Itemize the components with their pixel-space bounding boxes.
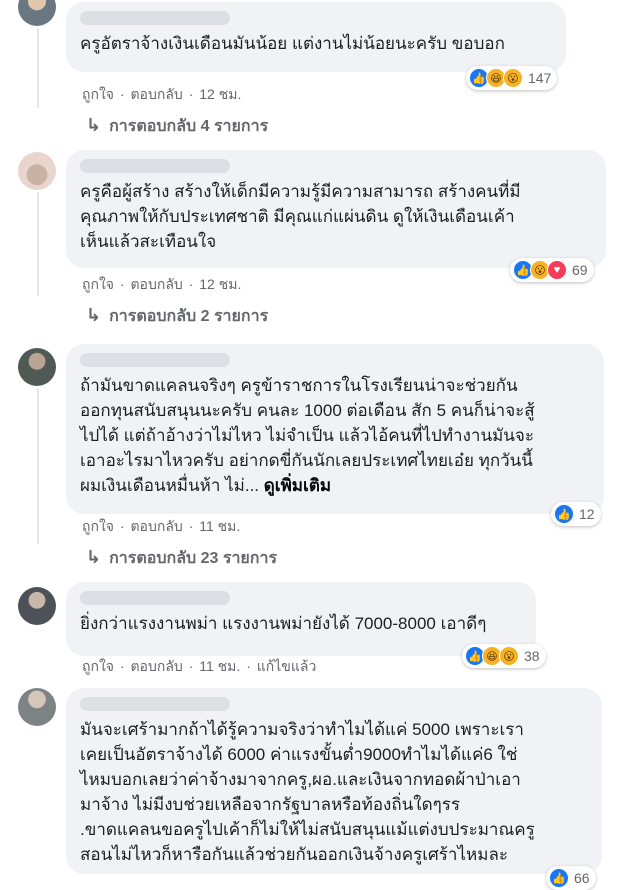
- thread-line: [37, 192, 39, 296]
- view-replies-link[interactable]: ↳ การตอบกลับ 4 รายการ: [86, 114, 268, 139]
- wow-reaction-icon: 😮: [503, 68, 523, 88]
- blurred-commenter-name[interactable]: [80, 11, 230, 25]
- separator: ·: [188, 518, 194, 534]
- see-more-link[interactable]: ดูเพิ่มเติม: [264, 476, 331, 495]
- reaction-count: 147: [528, 70, 552, 86]
- timestamp[interactable]: 11 ชม.: [199, 658, 240, 674]
- comment-text: ครูอัตราจ้างเงินเดือนมันน้อย แต่งานไม่น้…: [80, 34, 505, 53]
- comment-bubble: มันจะเศร้ามากถ้าได้รู้ความจริงว่าทำไมได้…: [66, 688, 602, 874]
- blurred-commenter-name[interactable]: [80, 159, 230, 173]
- commenter-avatar[interactable]: [18, 348, 56, 386]
- separator: ·: [119, 658, 125, 674]
- edited-label[interactable]: แก้ไขแล้ว: [257, 658, 317, 674]
- commenter-avatar[interactable]: [18, 152, 56, 190]
- blurred-commenter-name[interactable]: [80, 353, 230, 367]
- love-reaction-icon: ♥: [547, 260, 567, 280]
- reaction-count: 66: [574, 870, 590, 886]
- replies-label: การตอบกลับ 4 รายการ: [109, 118, 269, 135]
- view-replies-link[interactable]: ↳ การตอบกลับ 23 รายการ: [86, 546, 277, 571]
- blurred-commenter-name[interactable]: [80, 697, 230, 711]
- separator: ·: [119, 276, 125, 292]
- timestamp[interactable]: 12 ชม.: [199, 276, 241, 292]
- comment-actions: ถูกใจ · ตอบกลับ · 11 ชม. · แก้ไขแล้ว: [82, 656, 318, 678]
- timestamp[interactable]: 12 ชม.: [199, 86, 241, 102]
- reaction-count: 12: [579, 506, 595, 522]
- comment-text: ยิ่งกว่าแรงงานพม่า แรงงานพม่ายังได้ 7000…: [80, 614, 487, 633]
- thread-line: [37, 388, 39, 544]
- separator: ·: [188, 276, 194, 292]
- like-link[interactable]: ถูกใจ: [82, 658, 114, 674]
- reply-link[interactable]: ตอบกลับ: [130, 86, 182, 102]
- like-reaction-icon: 👍: [554, 504, 574, 524]
- comment-text: ถ้ามันขาดแคลนจริงๆ ครูข้าราชการในโรงเรีย…: [80, 373, 590, 498]
- commenter-avatar[interactable]: [18, 587, 56, 625]
- reaction-summary[interactable]: 👍 12: [551, 502, 601, 526]
- blurred-commenter-name[interactable]: [80, 591, 230, 605]
- comment-bubble: ถ้ามันขาดแคลนจริงๆ ครูข้าราชการในโรงเรีย…: [66, 344, 604, 514]
- timestamp[interactable]: 11 ชม.: [199, 518, 240, 534]
- like-link[interactable]: ถูกใจ: [82, 86, 114, 102]
- reaction-summary[interactable]: 👍 😆 😮 147: [466, 66, 558, 90]
- comment-bubble: ครูอัตราจ้างเงินเดือนมันน้อย แต่งานไม่น้…: [66, 2, 566, 72]
- wow-reaction-icon: 😮: [499, 646, 519, 666]
- comment-bubble: ยิ่งกว่าแรงงานพม่า แรงงานพม่ายังได้ 7000…: [66, 582, 536, 656]
- separator: ·: [188, 658, 194, 674]
- separator: ·: [119, 86, 125, 102]
- like-link[interactable]: ถูกใจ: [82, 276, 114, 292]
- comment-bubble: ครูคือผู้สร้าง สร้างให้เด็กมีความรู้มีคว…: [66, 150, 606, 268]
- reaction-count: 69: [572, 262, 588, 278]
- thread-line: [37, 28, 39, 108]
- comment-text: ครูคือผู้สร้าง สร้างให้เด็กมีความรู้มีคว…: [80, 182, 521, 251]
- reply-arrow-icon: ↳: [86, 547, 102, 567]
- reply-arrow-icon: ↳: [86, 115, 102, 135]
- comment-actions: ถูกใจ · ตอบกลับ · 11 ชม.: [82, 516, 242, 538]
- reaction-count: 38: [524, 648, 540, 664]
- comment-actions: ถูกใจ · ตอบกลับ · 12 ชม.: [82, 84, 243, 106]
- separator: ·: [246, 658, 251, 674]
- commenter-avatar[interactable]: [18, 0, 56, 26]
- commenter-avatar[interactable]: [18, 688, 56, 726]
- reaction-summary[interactable]: 👍 😆 😮 38: [462, 644, 546, 668]
- reply-arrow-icon: ↳: [86, 305, 102, 325]
- reply-link[interactable]: ตอบกลับ: [130, 276, 182, 292]
- like-reaction-icon: 👍: [549, 868, 569, 888]
- comment-actions: ถูกใจ · ตอบกลับ · 12 ชม.: [82, 274, 243, 296]
- separator: ·: [188, 86, 194, 102]
- view-replies-link[interactable]: ↳ การตอบกลับ 2 รายการ: [86, 304, 268, 329]
- reply-link[interactable]: ตอบกลับ: [130, 658, 182, 674]
- reaction-summary[interactable]: 👍 66: [546, 866, 596, 890]
- like-link[interactable]: ถูกใจ: [82, 518, 114, 534]
- reaction-summary[interactable]: 👍 😮 ♥ 69: [510, 258, 594, 282]
- comment-text: มันจะเศร้ามากถ้าได้รู้ความจริงว่าทำไมได้…: [80, 720, 535, 864]
- reply-link[interactable]: ตอบกลับ: [130, 518, 182, 534]
- replies-label: การตอบกลับ 23 รายการ: [109, 550, 278, 567]
- replies-label: การตอบกลับ 2 รายการ: [109, 308, 269, 325]
- separator: ·: [119, 518, 125, 534]
